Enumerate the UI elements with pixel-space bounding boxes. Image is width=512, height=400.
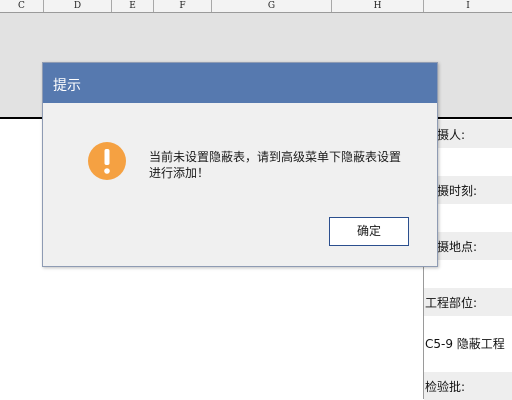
column-header-d[interactable]: D: [44, 0, 112, 12]
cell-batch-label[interactable]: 检验批:: [425, 378, 465, 395]
column-header-g[interactable]: G: [212, 0, 332, 12]
column-header-e[interactable]: E: [112, 0, 154, 12]
ok-button[interactable]: 确定: [329, 217, 409, 246]
column-header-bar: C D E F G H I: [0, 0, 512, 13]
column-header-h[interactable]: H: [332, 0, 424, 12]
dialog-message-line1: 当前未设置隐蔽表，请到高级菜单下隐蔽表设置: [149, 150, 402, 164]
warning-icon: [88, 142, 126, 180]
column-header-i[interactable]: I: [424, 0, 512, 12]
dialog-title-bar[interactable]: 提示: [43, 63, 437, 103]
column-header-c[interactable]: C: [0, 0, 44, 12]
cell-part-value[interactable]: C5-9 隐蔽工程: [425, 335, 505, 352]
dialog-message-line2: 进行添加！: [149, 166, 210, 180]
column-header-f[interactable]: F: [154, 0, 212, 12]
dialog-message: 当前未设置隐蔽表，请到高级菜单下隐蔽表设置 进行添加！: [149, 149, 419, 181]
cell-part-label[interactable]: 工程部位:: [425, 294, 477, 311]
dialog-title: 提示: [53, 78, 81, 94]
prompt-dialog: 提示 当前未设置隐蔽表，请到高级菜单下隐蔽表设置 进行添加！ 确定: [42, 62, 438, 267]
